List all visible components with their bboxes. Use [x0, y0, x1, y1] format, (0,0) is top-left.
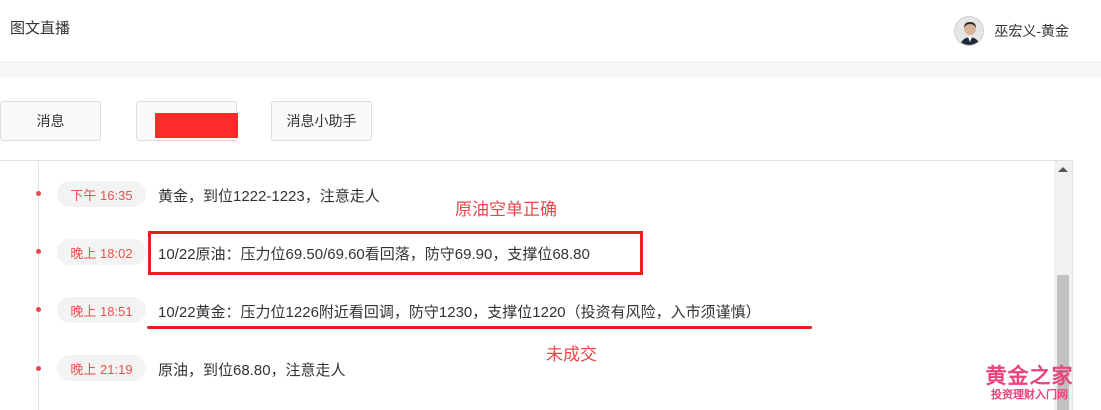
timeline-dot [36, 366, 41, 371]
feed-message: 10/22黄金：压力位1226附近看回调，防守1230，支撑位1220（投资有风… [158, 304, 761, 321]
annotation-underline [147, 326, 812, 329]
user-menu[interactable]: 巫宏义-黄金 [954, 16, 1069, 46]
watermark-subtitle: 投资理财入门网 [991, 389, 1068, 401]
app-title: 图文直播 [10, 20, 71, 37]
timeline-dot [36, 191, 41, 196]
scroll-up-arrow-icon[interactable] [1058, 167, 1068, 172]
annotation-highlight-box [148, 231, 643, 275]
annotation-not-filled: 未成交 [546, 345, 597, 364]
tab-message-assistant[interactable]: 消息小助手 [271, 101, 372, 141]
header-divider [0, 63, 1101, 77]
time-badge: 晚上 18:02 [57, 239, 146, 265]
watermark-title: 黄金之家 [985, 365, 1074, 388]
time-badge: 晚上 21:19 [57, 355, 146, 381]
timeline-dot [36, 249, 41, 254]
annotation-oil-short-correct: 原油空单正确 [455, 200, 557, 219]
timeline-line [38, 160, 39, 410]
redaction-block [155, 113, 238, 138]
time-badge: 下午 16:35 [57, 181, 146, 207]
user-avatar-icon [955, 17, 984, 45]
tab-messages[interactable]: 消息 [0, 101, 101, 141]
timeline-dot [36, 307, 41, 312]
avatar[interactable] [954, 16, 985, 46]
feed-message: 原油，到位68.80，注意走人 [158, 362, 346, 379]
top-header: 图文直播 巫宏义-黄金 [0, 0, 1101, 63]
watermark-logo: 黄金之家 投资理财入门网 [982, 366, 1077, 401]
feed-message: 黄金，到位1222-1223，注意走人 [158, 188, 380, 205]
time-badge: 晚上 18:51 [57, 297, 146, 323]
user-name[interactable]: 巫宏义-黄金 [994, 21, 1069, 41]
